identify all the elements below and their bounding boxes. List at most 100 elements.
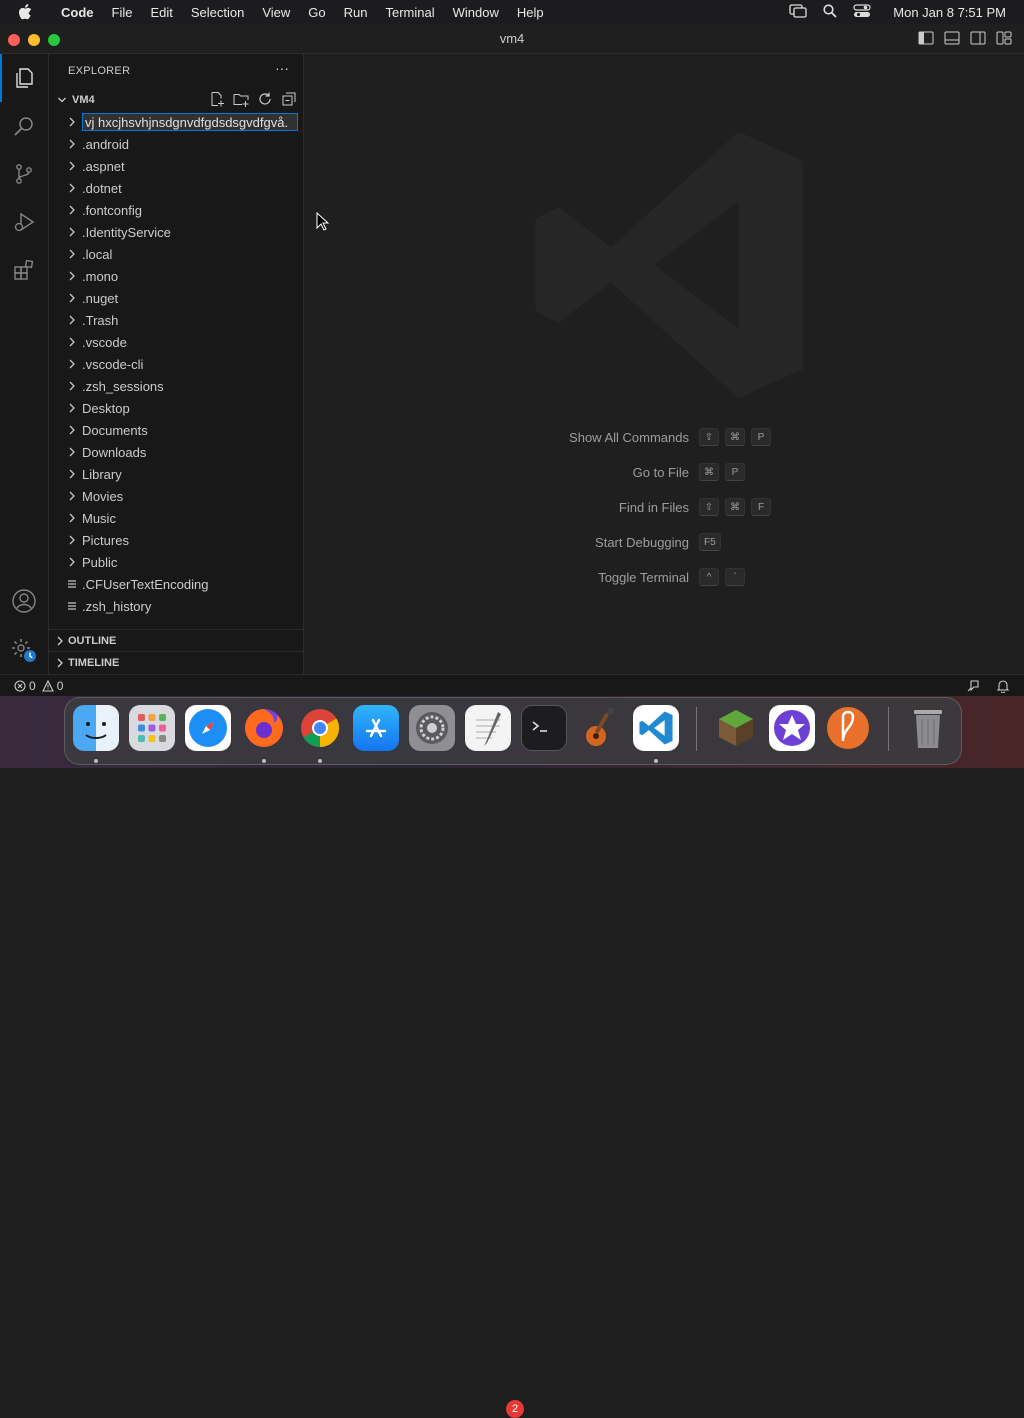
shortcut-row[interactable]: Toggle Terminal ^ ` bbox=[304, 566, 1024, 590]
trash-dock-icon[interactable] bbox=[905, 705, 951, 751]
tree-file-item[interactable]: .zsh_history bbox=[49, 595, 303, 617]
vscode-running-indicator bbox=[654, 759, 658, 763]
textedit-dock-icon[interactable] bbox=[465, 705, 511, 751]
explorer-icon[interactable] bbox=[0, 54, 48, 102]
minecraft-dock-icon[interactable] bbox=[713, 705, 759, 751]
tree-file-item[interactable]: .CFUserTextEncoding bbox=[49, 573, 303, 595]
tree-folder-item[interactable]: Library bbox=[49, 463, 303, 485]
explorer-more-actions-button[interactable]: ··· bbox=[275, 60, 289, 76]
menu-app-code[interactable]: Code bbox=[52, 5, 103, 20]
new-file-icon[interactable] bbox=[209, 91, 225, 112]
warning-count: 0 bbox=[56, 679, 64, 693]
plain-file-icon bbox=[64, 579, 80, 589]
toggle-secondary-sidebar-icon[interactable] bbox=[970, 31, 986, 50]
safari-dock-icon[interactable] bbox=[185, 705, 231, 751]
menu-clock[interactable]: Mon Jan 8 7:51 PM bbox=[893, 5, 1006, 20]
tree-folder-item[interactable]: .zsh_sessions bbox=[49, 375, 303, 397]
outline-section-header[interactable]: OUTLINE bbox=[49, 629, 303, 652]
tree-folder-item[interactable]: .vscode bbox=[49, 331, 303, 353]
scrobbler-dock-icon[interactable] bbox=[825, 705, 871, 751]
editor-welcome-area: Show All Commands ⇧ ⌘ P Go to File ⌘ P Find in … bbox=[304, 54, 1024, 674]
menu-selection[interactable]: Selection bbox=[182, 5, 253, 20]
menu-edit[interactable]: Edit bbox=[141, 5, 181, 20]
tree-folder-item[interactable]: Movies bbox=[49, 485, 303, 507]
key-cap: P bbox=[725, 463, 745, 481]
tree-folder-item[interactable]: .dotnet bbox=[49, 177, 303, 199]
firefox-dock-icon[interactable] bbox=[241, 705, 287, 751]
tree-folder-item[interactable]: Desktop bbox=[49, 397, 303, 419]
error-count: 0 bbox=[29, 679, 36, 693]
tree-folder-item[interactable]: .Trash bbox=[49, 309, 303, 331]
apple-menu-icon[interactable] bbox=[18, 4, 38, 20]
feedback-icon[interactable] bbox=[966, 679, 980, 696]
key-cap: P bbox=[751, 428, 771, 446]
key-cap: F bbox=[751, 498, 771, 516]
chevron-right-icon bbox=[64, 271, 80, 281]
shortcut-row[interactable]: Find in Files ⇧ ⌘ F bbox=[304, 496, 1024, 520]
menu-help[interactable]: Help bbox=[508, 5, 553, 20]
tree-folder-item[interactable]: .aspnet bbox=[49, 155, 303, 177]
screen-mirroring-icon[interactable] bbox=[789, 3, 807, 21]
notifications-bell-icon[interactable] bbox=[996, 679, 1010, 696]
key-cap: ⇧ bbox=[699, 428, 719, 446]
accounts-icon[interactable] bbox=[0, 577, 48, 625]
system-settings-dock-icon[interactable] bbox=[409, 705, 455, 751]
customize-layout-icon[interactable] bbox=[996, 31, 1012, 50]
app-store-dock-icon[interactable] bbox=[353, 705, 399, 751]
tree-folder-item[interactable]: .vscode-cli bbox=[49, 353, 303, 375]
rename-input[interactable] bbox=[82, 113, 298, 131]
shortcut-row[interactable]: Go to File ⌘ P bbox=[304, 461, 1024, 485]
keybinding: ⇧ ⌘ P bbox=[699, 428, 771, 446]
shortcut-row[interactable]: Start Debugging F5 bbox=[304, 531, 1024, 555]
menu-file[interactable]: File bbox=[103, 5, 142, 20]
shortcut-label: Toggle Terminal bbox=[598, 570, 689, 585]
extensions-icon[interactable] bbox=[0, 246, 48, 294]
key-cap: ⌘ bbox=[725, 428, 745, 446]
menu-terminal[interactable]: Terminal bbox=[377, 5, 444, 20]
finder-dock-icon[interactable] bbox=[73, 705, 119, 751]
menu-run[interactable]: Run bbox=[335, 5, 377, 20]
refresh-explorer-icon[interactable] bbox=[257, 91, 273, 112]
search-icon[interactable] bbox=[0, 102, 48, 150]
tree-folder-item[interactable]: Downloads bbox=[49, 441, 303, 463]
tree-folder-item[interactable]: Music bbox=[49, 507, 303, 529]
workspace-folder-header[interactable]: VM4 bbox=[49, 89, 303, 111]
chevron-right-icon bbox=[64, 403, 80, 413]
menu-go[interactable]: Go bbox=[299, 5, 334, 20]
tree-folder-item[interactable]: Public bbox=[49, 551, 303, 573]
manage-gear-icon[interactable] bbox=[0, 626, 48, 674]
source-control-icon[interactable] bbox=[0, 150, 48, 198]
vscode-dock-icon[interactable] bbox=[633, 705, 679, 751]
new-folder-icon[interactable] bbox=[233, 91, 249, 112]
rename-row[interactable] bbox=[49, 111, 303, 133]
toggle-panel-icon[interactable] bbox=[944, 31, 960, 50]
tree-folder-item[interactable]: .fontconfig bbox=[49, 199, 303, 221]
chrome-dock-icon[interactable] bbox=[297, 705, 343, 751]
tree-folder-item[interactable]: .local bbox=[49, 243, 303, 265]
terminal-dock-icon[interactable] bbox=[521, 705, 567, 751]
spotlight-search-icon[interactable] bbox=[823, 3, 837, 21]
tree-item-label: .fontconfig bbox=[82, 202, 142, 218]
tree-folder-item[interactable]: .IdentityService bbox=[49, 221, 303, 243]
control-center-icon[interactable] bbox=[853, 3, 871, 21]
tree-folder-item[interactable]: .nuget bbox=[49, 287, 303, 309]
tree-folder-item[interactable]: .mono bbox=[49, 265, 303, 287]
toggle-primary-sidebar-icon[interactable] bbox=[918, 31, 934, 50]
shortcut-row[interactable]: Show All Commands ⇧ ⌘ P bbox=[304, 426, 1024, 450]
timeline-section-header[interactable]: TIMELINE bbox=[49, 651, 303, 674]
run-and-debug-icon[interactable] bbox=[0, 198, 48, 246]
activity-bar bbox=[0, 54, 49, 674]
macos-dock: 2 bbox=[64, 697, 962, 1418]
tree-folder-item[interactable]: Documents bbox=[49, 419, 303, 441]
menu-window[interactable]: Window bbox=[444, 5, 508, 20]
tree-folder-item[interactable]: .android bbox=[49, 133, 303, 155]
tree-item-label: .mono bbox=[82, 268, 119, 284]
tree-item-label: Documents bbox=[82, 422, 148, 438]
collapse-folders-icon[interactable] bbox=[281, 91, 297, 112]
launchpad-dock-icon[interactable] bbox=[129, 705, 175, 751]
garageband-dock-icon[interactable] bbox=[577, 705, 623, 751]
imovie-dock-icon[interactable] bbox=[769, 705, 815, 751]
tree-folder-item[interactable]: Pictures bbox=[49, 529, 303, 551]
problems-status[interactable]: 0 0 bbox=[14, 679, 63, 693]
menu-view[interactable]: View bbox=[253, 5, 299, 20]
